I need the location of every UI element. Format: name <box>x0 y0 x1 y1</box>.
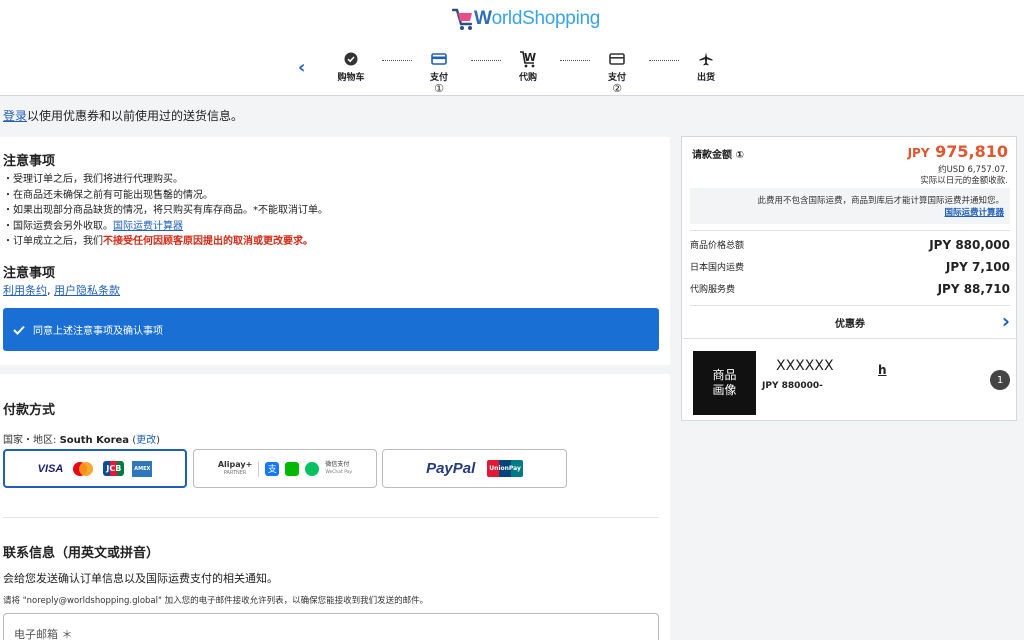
list-item: ・国际运费会另外收取。国际运费计算器 <box>3 220 183 232</box>
change-country-link[interactable]: 更改 <box>136 435 156 446</box>
cart-w-icon: W <box>508 50 548 68</box>
shipping-calculator-link[interactable]: 国际运费计算器 <box>113 221 183 232</box>
terms-links: 利用条约, 用户隐私条款 <box>3 284 120 297</box>
step-label: 出货 <box>696 73 715 83</box>
alipay-icon: 支 <box>265 461 280 476</box>
price-row-domestic-shipping: 日本国内运费 JPY 7,100 <box>690 260 1010 274</box>
credit-card-icon <box>597 50 637 68</box>
check-icon <box>13 325 25 335</box>
quantity-badge: 1 <box>990 370 1010 390</box>
total-amount: JPY 975,810 <box>907 142 1008 161</box>
svg-text:W: W <box>524 51 536 64</box>
wechat-pay-sublabel: WeChat Pay <box>325 469 353 475</box>
contact-note: 请将 "noreply@worldshopping.global" 加入您的电子… <box>3 596 429 606</box>
payment-method-card[interactable]: VISA JCB AMEX <box>3 449 187 488</box>
paypal-icon: PayPal <box>426 460 476 477</box>
contact-title: 联系信息（用英文或拼音） <box>3 546 160 561</box>
shipping-info-note: 此费用不包含国际运费，商品到库后才能计算国际运费并通知您。 国际运费计算器 <box>690 188 1010 224</box>
back-button[interactable]: ‹ <box>298 58 314 78</box>
country-line: 国家・地区: South Korea (更改) <box>3 435 161 446</box>
product-image: 商品 画像 <box>693 351 756 415</box>
chevron-right-icon: › <box>1001 309 1010 333</box>
step-divider <box>471 60 501 61</box>
coupon-row[interactable]: 优惠券 › <box>690 306 1010 338</box>
airplane-icon <box>686 50 726 68</box>
payment-title: 付款方式 <box>3 403 56 418</box>
visa-icon: VISA <box>37 462 64 475</box>
divider <box>690 230 1010 231</box>
jcb-icon: JCB <box>103 461 125 476</box>
step-cart: 购物车 <box>331 50 371 83</box>
order-summary: 请款金额 ① JPY 975,810 约USD 6,757.07. 实际以日元的… <box>681 136 1018 421</box>
terms-link[interactable]: 利用条约 <box>3 284 47 297</box>
notes-list: ・受理订单之后，我们将进行代理购买。 ・在商品还未确保之前有可能出现售罄的情况。… <box>3 172 328 250</box>
payment-method-paypal[interactable]: PayPal UnionPay <box>382 449 567 488</box>
step-divider <box>560 60 590 61</box>
linepay-icon <box>285 461 300 476</box>
step-label: 购物车 <box>337 73 365 83</box>
step-divider <box>649 60 679 61</box>
step-shipping: 出货 <box>686 50 726 83</box>
wechat-pay-icon <box>305 461 320 476</box>
wechat-pay-label: 微信支付 <box>325 460 350 468</box>
product-name: XXXXXX <box>776 358 834 374</box>
unionpay-icon: UnionPay <box>487 460 523 477</box>
country-value: South Korea <box>59 435 130 446</box>
agree-checkbox[interactable]: 同意上述注意事项及确认事项 <box>3 308 659 351</box>
product-price: JPY 880000- <box>762 381 823 391</box>
list-item: ・在商品还未确保之前有可能出现售罄的情况。 <box>3 189 213 201</box>
step-label: 代购 <box>518 73 537 83</box>
cart-logo-icon <box>452 8 473 30</box>
step-number: ② <box>612 82 622 95</box>
login-prompt: 登录以使用优惠券和以前使用过的送货信息。 <box>3 109 244 123</box>
notes-title-2: 注意事项 <box>3 266 56 281</box>
list-item: ・订单成立之后，我们不接受任何因顾客原因提出的取消或更改要求。 <box>3 236 313 247</box>
step-number: ① <box>434 82 444 95</box>
credit-card-icon <box>419 50 459 68</box>
login-link[interactable]: 登录 <box>3 109 27 123</box>
step-divider <box>382 60 412 61</box>
section-divider <box>3 517 659 518</box>
shipping-calculator-link[interactable]: 国际运费计算器 <box>944 208 1004 218</box>
no-cancel-warning: 不接受任何因顾客原因提出的取消或更改要求。 <box>103 236 313 247</box>
check-circle-icon <box>331 50 371 68</box>
worldshopping-logo[interactable]: WorldShopping <box>452 4 600 34</box>
payment-method-alipay-wechat[interactable]: Alipay+ PARTNER 支 微信支付 WeChat Pay <box>193 449 377 488</box>
price-row-service-fee: 代购服务费 JPY 88,710 <box>690 282 1010 296</box>
header: WorldShopping ‹ 购物车 支付 ① W 代购 支付 ② 出货 <box>0 0 1024 96</box>
email-placeholder: 电子邮箱 ＊ <box>14 628 73 640</box>
notes-title: 注意事项 <box>3 154 56 169</box>
step-payment-2: 支付 ② <box>597 50 637 95</box>
list-item: ・受理订单之后，我们将进行代理购买。 <box>3 174 183 185</box>
usd-estimate: 约USD 6,757.07. 实际以日元的金额收款. <box>920 165 1008 186</box>
price-row-items: 商品价格总额 JPY 880,000 <box>690 238 1010 252</box>
list-item: ・如果出现部分商品缺货的情况，将只购买有库存商品。*不能取消订单。 <box>3 205 328 216</box>
divider <box>682 338 1018 339</box>
amex-icon: AMEX <box>132 460 153 477</box>
total-label: 请款金额 ① <box>692 150 744 161</box>
mastercard-icon <box>73 461 94 476</box>
privacy-link[interactable]: 用户隐私条款 <box>54 284 120 297</box>
logo-text: WorldShopping <box>474 8 601 29</box>
email-field[interactable]: 电子邮箱 ＊ <box>3 613 659 640</box>
step-proxy-purchase: W 代购 <box>508 50 548 83</box>
alipay-plus-icon: Alipay+ PARTNER <box>217 459 253 476</box>
agree-label: 同意上述注意事项及确认事项 <box>33 326 163 337</box>
product-option: h <box>878 363 887 377</box>
contact-subtitle: 会给您发送确认订单信息以及国际运费支付的相关通知。 <box>3 572 278 585</box>
step-payment-1: 支付 ① <box>419 50 459 95</box>
